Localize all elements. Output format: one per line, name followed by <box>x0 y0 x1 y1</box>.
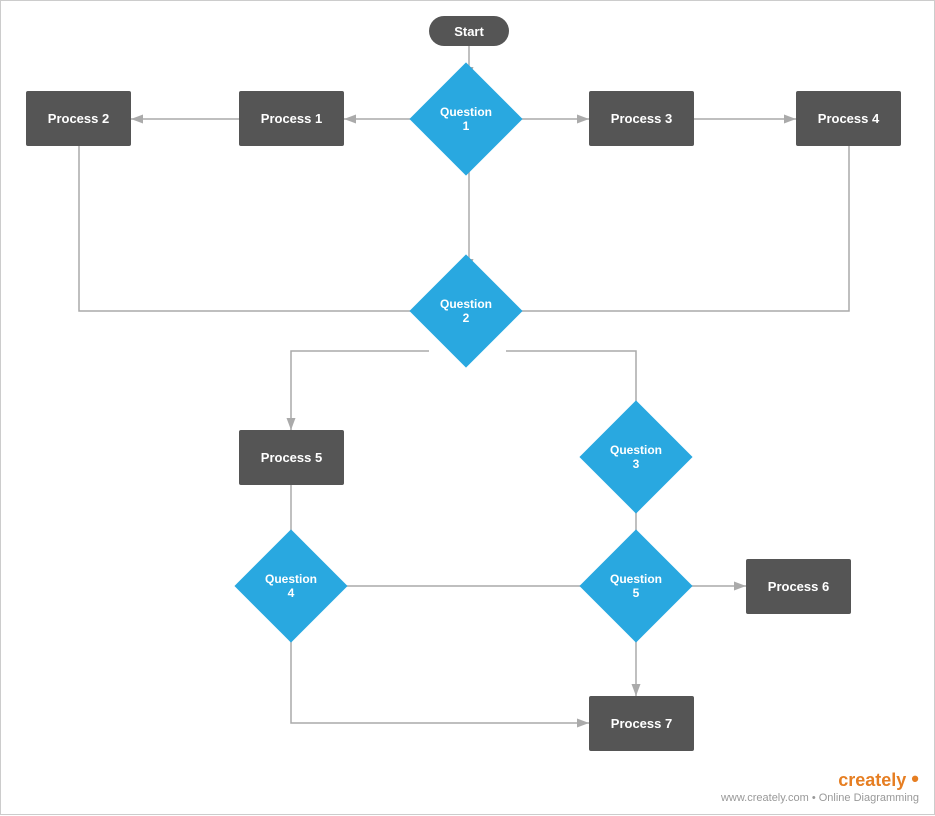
watermark: creately • www.creately.com • Online Dia… <box>721 766 919 804</box>
process3-node: Process 3 <box>589 91 694 146</box>
question3-node: Question3 <box>596 417 676 497</box>
question1-node: Question1 <box>426 79 506 159</box>
process7-node: Process 7 <box>589 696 694 751</box>
question5-node: Question5 <box>596 546 676 626</box>
process1-node: Process 1 <box>239 91 344 146</box>
brand-accent: e <box>881 770 891 790</box>
brand-rest: ly <box>891 770 906 790</box>
question2-node: Question2 <box>426 271 506 351</box>
process2-node: Process 2 <box>26 91 131 146</box>
process5-node: Process 5 <box>239 430 344 485</box>
start-node: Start <box>429 16 509 46</box>
brand-text: creat <box>838 770 881 790</box>
flowchart-canvas: Start Question1 Process 1 Process 2 Proc… <box>0 0 935 815</box>
process6-node: Process 6 <box>746 559 851 614</box>
brand-dot: • <box>911 766 919 791</box>
question4-node: Question4 <box>251 546 331 626</box>
process4-node: Process 4 <box>796 91 901 146</box>
tagline: www.creately.com • Online Diagramming <box>721 792 919 804</box>
